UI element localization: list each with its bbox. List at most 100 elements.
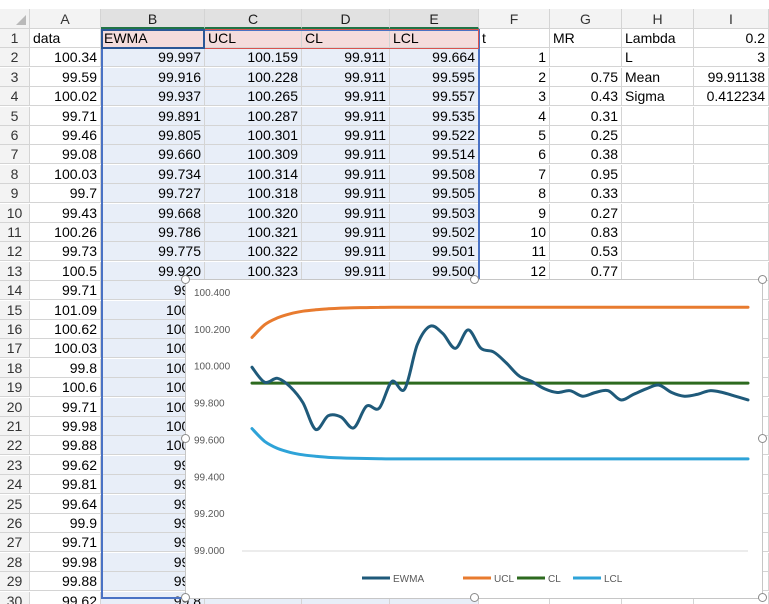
cell-a14[interactable]: 99.71 — [30, 281, 101, 300]
cell-a17[interactable]: 100.03 — [30, 339, 101, 358]
column-header-g[interactable]: G — [550, 9, 622, 29]
row-header-25[interactable]: 25 — [0, 495, 30, 514]
cell-g4[interactable]: 0.43 — [550, 87, 622, 106]
cell-h5[interactable] — [622, 107, 694, 126]
row-header-11[interactable]: 11 — [0, 223, 30, 242]
cell-d7[interactable]: 99.911 — [302, 145, 390, 164]
cell-c1[interactable]: UCL — [205, 29, 302, 48]
cell-a29[interactable]: 99.88 — [30, 572, 101, 591]
cell-g8[interactable]: 0.95 — [550, 165, 622, 184]
column-header-e[interactable]: E — [390, 9, 479, 29]
cell-h6[interactable] — [622, 126, 694, 145]
cell-f3[interactable]: 2 — [479, 68, 550, 87]
chart-resize-handle[interactable] — [470, 275, 479, 284]
row-header-21[interactable]: 21 — [0, 417, 30, 436]
row-header-19[interactable]: 19 — [0, 378, 30, 397]
column-header-c[interactable]: C — [205, 9, 302, 29]
cell-c11[interactable]: 100.321 — [205, 223, 302, 242]
cell-a12[interactable]: 99.73 — [30, 242, 101, 261]
row-header-4[interactable]: 4 — [0, 87, 30, 106]
cell-a28[interactable]: 99.98 — [30, 553, 101, 572]
cell-a27[interactable]: 99.71 — [30, 533, 101, 552]
column-header-f[interactable]: F — [479, 9, 550, 29]
row-header-7[interactable]: 7 — [0, 145, 30, 164]
cell-g7[interactable]: 0.38 — [550, 145, 622, 164]
cell-c3[interactable]: 100.228 — [205, 68, 302, 87]
cell-a4[interactable]: 100.02 — [30, 87, 101, 106]
cell-e12[interactable]: 99.501 — [390, 242, 479, 261]
row-header-17[interactable]: 17 — [0, 339, 30, 358]
row-header-16[interactable]: 16 — [0, 320, 30, 339]
cell-a8[interactable]: 100.03 — [30, 165, 101, 184]
cell-a30[interactable]: 99.62 — [30, 592, 101, 604]
row-header-29[interactable]: 29 — [0, 572, 30, 591]
chart-resize-handle[interactable] — [181, 593, 190, 602]
cell-e10[interactable]: 99.503 — [390, 204, 479, 223]
cell-d8[interactable]: 99.911 — [302, 165, 390, 184]
cell-i9[interactable] — [694, 184, 769, 203]
cell-c6[interactable]: 100.301 — [205, 126, 302, 145]
cell-i2[interactable]: 3 — [694, 48, 769, 67]
cell-d1[interactable]: CL — [302, 29, 390, 48]
row-header-3[interactable]: 3 — [0, 68, 30, 87]
cell-c10[interactable]: 100.320 — [205, 204, 302, 223]
chart-resize-handle[interactable] — [181, 275, 190, 284]
cell-c2[interactable]: 100.159 — [205, 48, 302, 67]
cell-h3[interactable]: Mean — [622, 68, 694, 87]
cell-f8[interactable]: 7 — [479, 165, 550, 184]
cell-d10[interactable]: 99.911 — [302, 204, 390, 223]
cell-e5[interactable]: 99.535 — [390, 107, 479, 126]
series-line-ewma[interactable] — [250, 324, 750, 432]
row-header-10[interactable]: 10 — [0, 204, 30, 223]
cell-i8[interactable] — [694, 165, 769, 184]
cell-a5[interactable]: 99.71 — [30, 107, 101, 126]
row-header-27[interactable]: 27 — [0, 533, 30, 552]
cell-a9[interactable]: 99.7 — [30, 184, 101, 203]
cell-a13[interactable]: 100.5 — [30, 262, 101, 281]
cell-f7[interactable]: 6 — [479, 145, 550, 164]
cell-g6[interactable]: 0.25 — [550, 126, 622, 145]
cell-a24[interactable]: 99.81 — [30, 475, 101, 494]
row-header-30[interactable]: 30 — [0, 592, 30, 604]
column-header-a[interactable]: A — [30, 9, 101, 29]
cell-i5[interactable] — [694, 107, 769, 126]
cell-h11[interactable] — [622, 223, 694, 242]
cell-e1[interactable]: LCL — [390, 29, 479, 48]
cell-c4[interactable]: 100.265 — [205, 87, 302, 106]
chart-resize-handle[interactable] — [181, 434, 190, 443]
cell-d3[interactable]: 99.911 — [302, 68, 390, 87]
cell-a15[interactable]: 101.09 — [30, 301, 101, 320]
series-line-ucl[interactable] — [250, 305, 750, 339]
select-all-corner[interactable] — [0, 9, 30, 29]
cell-b1[interactable]: EWMA — [101, 29, 205, 48]
cell-g9[interactable]: 0.33 — [550, 184, 622, 203]
cell-b10[interactable]: 99.668 — [101, 204, 205, 223]
cell-i10[interactable] — [694, 204, 769, 223]
cell-d11[interactable]: 99.911 — [302, 223, 390, 242]
cell-c5[interactable]: 100.287 — [205, 107, 302, 126]
cell-a11[interactable]: 100.26 — [30, 223, 101, 242]
row-header-13[interactable]: 13 — [0, 262, 30, 281]
column-header-b[interactable]: B — [101, 9, 205, 29]
column-header-d[interactable]: D — [302, 9, 390, 29]
cell-i7[interactable] — [694, 145, 769, 164]
cell-h10[interactable] — [622, 204, 694, 223]
cell-f4[interactable]: 3 — [479, 87, 550, 106]
cell-h4[interactable]: Sigma — [622, 87, 694, 106]
chart-resize-handle[interactable] — [470, 593, 479, 602]
cell-i1[interactable]: 0.2 — [694, 29, 769, 48]
cell-a1[interactable]: data — [30, 29, 101, 48]
cell-f1[interactable]: t — [479, 29, 550, 48]
cell-e7[interactable]: 99.514 — [390, 145, 479, 164]
cell-g1[interactable]: MR — [550, 29, 622, 48]
cell-i4[interactable]: 0.412234 — [694, 87, 769, 106]
cell-a16[interactable]: 100.62 — [30, 320, 101, 339]
row-header-6[interactable]: 6 — [0, 126, 30, 145]
cell-c12[interactable]: 100.322 — [205, 242, 302, 261]
cell-f6[interactable]: 5 — [479, 126, 550, 145]
cell-e3[interactable]: 99.595 — [390, 68, 479, 87]
cell-g3[interactable]: 0.75 — [550, 68, 622, 87]
cell-a21[interactable]: 99.98 — [30, 417, 101, 436]
cell-e8[interactable]: 99.508 — [390, 165, 479, 184]
cell-b5[interactable]: 99.891 — [101, 107, 205, 126]
